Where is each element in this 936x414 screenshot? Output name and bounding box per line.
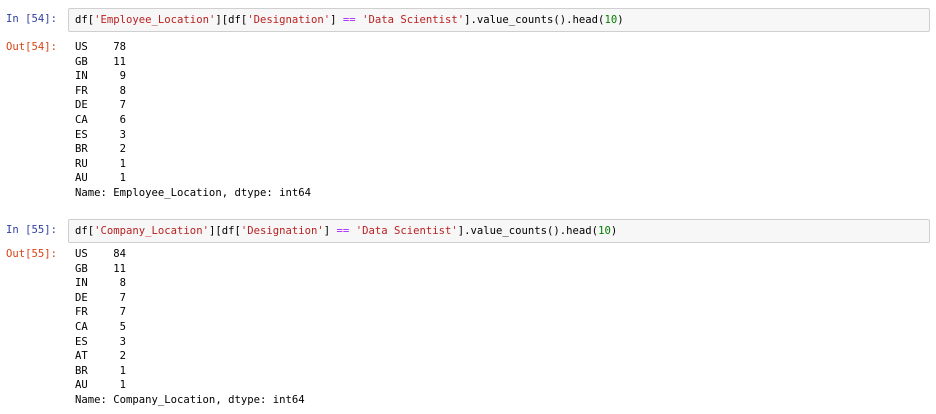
code-token: 'Designation' (247, 14, 331, 26)
code-line: df['Employee_Location'][df['Designation'… (75, 13, 624, 27)
code-token: ].value_counts().head( (457, 225, 599, 237)
cell-output: US 84 GB 11 IN 8 DE 7 FR 7 CA 5 ES 3 AT 2 BR 1 AU… (75, 247, 305, 408)
input-prompt: In [55]: (6, 224, 58, 236)
code-input-area[interactable]: df['Employee_Location'][df['Designation'… (68, 8, 930, 32)
output-row-value: 8 (113, 84, 127, 97)
output-prompt: Out[54]: (6, 41, 58, 53)
output-row-value: 1 (113, 364, 127, 377)
output-row-value: 11 (113, 262, 127, 275)
code-token: 10 (598, 225, 611, 237)
output-prompt: Out[55]: (6, 248, 58, 260)
output-row-key: AU (75, 379, 88, 392)
output-row-value: 7 (113, 306, 127, 319)
code-token: 'Data Scientist' (355, 225, 458, 237)
output-row-key: DE (75, 291, 88, 304)
output-row-key: RU (75, 157, 88, 170)
output-row-value: 2 (113, 350, 127, 363)
output-row: AU 1 (75, 378, 305, 393)
output-row-key: US (75, 41, 88, 53)
code-token: ].value_counts().head( (464, 14, 605, 26)
code-token: df[ (75, 225, 95, 237)
output-row-value: 6 (113, 113, 127, 126)
notebook-cell-54[interactable]: In [54]: df['Employee_Location'][df['Des… (0, 0, 936, 205)
output-row: ES 3 (75, 128, 311, 143)
output-row: FR 8 (75, 84, 311, 99)
output-row-key: ES (75, 335, 88, 348)
output-row-value: 2 (113, 143, 127, 156)
output-row-key: GB (75, 55, 88, 68)
code-token: 'Designation' (240, 225, 324, 237)
code-token: ) (617, 14, 624, 26)
output-row-key: DE (75, 99, 88, 112)
code-line: df['Company_Location'][df['Designation']… (75, 224, 617, 238)
output-row-value: 9 (113, 70, 127, 83)
output-row-value: 1 (113, 157, 127, 170)
input-prompt: In [54]: (6, 13, 58, 25)
output-row-key: CA (75, 113, 88, 126)
output-row-value: 5 (113, 320, 127, 333)
code-token: ][df[ (215, 14, 248, 26)
code-token: ) (610, 225, 618, 237)
output-row-key: FR (75, 84, 88, 97)
output-row-key: CA (75, 320, 88, 333)
output-row-value: 11 (113, 55, 127, 68)
output-row: AT 2 (75, 349, 305, 364)
code-token: ][df[ (208, 225, 241, 237)
output-row-value: 1 (113, 379, 127, 392)
output-row-value: 1 (113, 172, 127, 185)
output-footer: Name: Company_Location, dtype: int64 (75, 393, 305, 406)
output-row: ES 3 (75, 335, 305, 350)
cell-output: US 78 GB 11 IN 9 FR 8 DE 7 CA 6 ES 3 BR 2 RU 1 AU… (75, 40, 311, 201)
notebook-cell-55[interactable]: In [55]: df['Company_Location'][df['Desi… (0, 208, 936, 414)
output-row: IN 9 (75, 69, 311, 84)
output-row-key: IN (75, 277, 88, 290)
output-row-key: ES (75, 128, 88, 141)
output-row-key: AU (75, 172, 88, 185)
output-row-key: AT (75, 350, 88, 363)
output-row: US 84 (75, 247, 305, 262)
output-row-key: BR (75, 364, 88, 377)
output-footer: Name: Employee_Location, dtype: int64 (75, 186, 311, 199)
output-row: CA 6 (75, 113, 311, 128)
code-input-area[interactable]: df['Company_Location'][df['Designation']… (68, 219, 930, 243)
output-row-value: 84 (113, 248, 127, 260)
output-row: DE 7 (75, 291, 305, 306)
output-row: AU 1 (75, 171, 311, 186)
code-token: df[ (75, 14, 95, 26)
code-token: == (342, 14, 356, 26)
output-row-value: 7 (113, 99, 127, 112)
output-row-key: GB (75, 262, 88, 275)
output-row: CA 5 (75, 320, 305, 335)
output-row: GB 11 (75, 55, 311, 70)
output-row-value: 7 (113, 291, 127, 304)
output-row: US 78 (75, 40, 311, 55)
output-row-value: 8 (113, 277, 127, 290)
code-token: 'Data Scientist' (362, 14, 465, 26)
code-token: 'Employee_Location' (94, 14, 216, 26)
output-row-value: 3 (113, 335, 127, 348)
output-row: RU 1 (75, 157, 311, 172)
output-row-value: 3 (113, 128, 127, 141)
output-row: FR 7 (75, 305, 305, 320)
output-row: IN 8 (75, 276, 305, 291)
output-row: GB 11 (75, 262, 305, 277)
code-token: 10 (604, 14, 618, 26)
output-row-key: US (75, 248, 88, 260)
output-row-key: BR (75, 143, 88, 156)
code-token: == (336, 225, 350, 237)
output-row: BR 1 (75, 364, 305, 379)
output-row-value: 78 (113, 41, 127, 53)
code-token: 'Company_Location' (94, 225, 209, 237)
output-row: DE 7 (75, 98, 311, 113)
output-row-key: FR (75, 306, 88, 319)
output-row: BR 2 (75, 142, 311, 157)
code-token: ] (330, 14, 343, 26)
code-token: ] (323, 225, 337, 237)
output-row-key: IN (75, 70, 88, 83)
